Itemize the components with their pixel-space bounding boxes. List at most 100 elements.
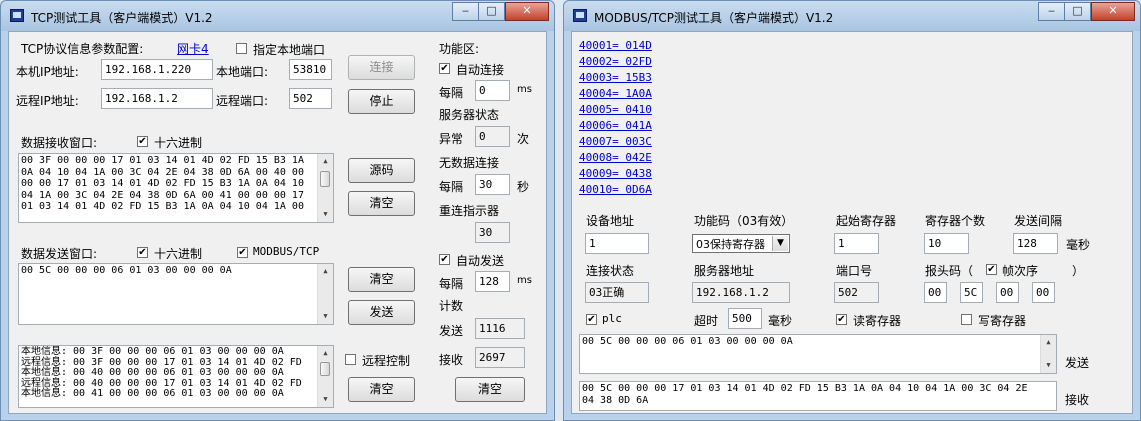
register-item[interactable]: 40001= 014D (579, 39, 652, 52)
header-code-label: 报头码（ (925, 264, 974, 278)
scroll-up-icon[interactable]: ▲ (318, 264, 333, 279)
modbus-tcp-window: MODBUS/TCP测试工具（客户端模式）V1.2 ‒ □ ✕ 40001= 0… (563, 0, 1141, 421)
scroll-up-icon[interactable]: ▲ (318, 154, 333, 169)
sec-unit: 秒 (517, 180, 530, 194)
send-hex-checkbox[interactable]: ✔ (137, 247, 148, 258)
log-textarea[interactable]: 本地信息: 00 3F 00 00 00 06 01 03 00 00 00 0… (18, 345, 334, 408)
auto-send-checkbox[interactable]: ✔ (439, 254, 450, 265)
dev-addr-field[interactable]: 1 (585, 233, 649, 254)
reg-count-field[interactable]: 10 (924, 233, 969, 254)
dropdown-arrow-icon[interactable]: ▼ (772, 236, 788, 251)
recv-count-label: 接收 (439, 353, 464, 367)
send-window-label: 数据发送窗口: (21, 247, 98, 261)
maximize-button[interactable]: □ (478, 2, 505, 21)
minimize-button[interactable]: ‒ (1038, 2, 1065, 21)
write-reg-label: 写寄存器 (978, 314, 1027, 328)
title-bar[interactable]: MODBUS/TCP测试工具（客户端模式）V1.2 ‒ □ ✕ (564, 1, 1140, 31)
maximize-button[interactable]: □ (1064, 2, 1091, 21)
scroll-down-icon[interactable]: ▼ (318, 207, 333, 222)
scroll-up-icon[interactable]: ▲ (318, 346, 333, 361)
specify-local-port-label: 指定本地端口 (253, 43, 326, 57)
remote-control-checkbox[interactable] (345, 354, 356, 365)
timeout-ms-unit: 毫秒 (768, 314, 793, 328)
window-title: TCP测试工具（客户端模式）V1.2 (31, 11, 213, 25)
every-field-2[interactable]: 30 (475, 174, 510, 195)
register-item[interactable]: 40002= 02FD (579, 55, 652, 68)
header-field-4[interactable]: 00 (1032, 282, 1055, 303)
log-scrollbar[interactable]: ▲ ▼ (317, 346, 333, 407)
stop-button[interactable]: 停止 (348, 89, 415, 114)
start-reg-field[interactable]: 1 (834, 233, 879, 254)
register-item[interactable]: 40005= 0410 (579, 103, 652, 116)
timeout-label: 超时 (694, 314, 719, 328)
local-ip-field[interactable]: 192.168.1.220 (101, 59, 213, 80)
modbus-send-textarea[interactable]: 00 5C 00 00 00 06 01 03 00 00 00 0A ▲ ▼ (579, 334, 1057, 374)
scroll-up-icon[interactable]: ▲ (1041, 335, 1056, 350)
remote-port-label: 远程端口: (216, 94, 269, 108)
register-item[interactable]: 40009= 0438 (579, 167, 652, 180)
header-field-3[interactable]: 00 (996, 282, 1019, 303)
scroll-down-icon[interactable]: ▼ (318, 392, 333, 407)
every-label-2: 每隔 (439, 180, 464, 194)
read-reg-label: 读寄存器 (853, 314, 902, 328)
plc-checkbox[interactable]: ✔ (586, 314, 597, 325)
register-item[interactable]: 40008= 042E (579, 151, 652, 164)
recv-textarea[interactable]: 00 3F 00 00 00 17 01 03 14 01 4D 02 FD 1… (18, 153, 334, 223)
every-field-1[interactable]: 0 (475, 80, 510, 101)
auto-connect-checkbox[interactable]: ✔ (439, 63, 450, 74)
send-interval-field[interactable]: 128 (1013, 233, 1058, 254)
nic-link[interactable]: 网卡4 (177, 40, 209, 57)
modbus-tcp-checkbox[interactable]: ✔ (237, 247, 248, 258)
register-item[interactable]: 40006= 041A (579, 119, 652, 132)
scroll-thumb[interactable] (320, 362, 330, 376)
tcp-client-window: TCP测试工具（客户端模式）V1.2 ‒ □ ✕ TCP协议信息参数配置: 网卡… (0, 0, 555, 421)
modbus-tcp-label: MODBUS/TCP (253, 245, 320, 258)
connect-button[interactable]: 连接 (348, 55, 415, 80)
local-port-field[interactable]: 53810 (289, 59, 332, 80)
title-bar[interactable]: TCP测试工具（客户端模式）V1.2 ‒ □ ✕ (1, 1, 554, 31)
send-button[interactable]: 发送 (348, 300, 415, 325)
send-textarea[interactable]: 00 5C 00 00 00 06 01 03 00 00 00 0A ▲ ▼ (18, 263, 334, 325)
frame-seq-checkbox[interactable]: ✔ (986, 264, 997, 275)
send-scrollbar[interactable]: ▲ ▼ (1040, 335, 1056, 373)
func-area-label: 功能区: (439, 42, 480, 56)
reg-count-label: 寄存器个数 (925, 214, 986, 228)
client-area: TCP协议信息参数配置: 网卡4 指定本地端口 本机IP地址: 192.168.… (8, 31, 547, 414)
every-field-3[interactable]: 128 (475, 271, 510, 292)
recv-hex-checkbox[interactable]: ✔ (137, 136, 148, 147)
specify-local-port-checkbox[interactable] (236, 43, 247, 54)
register-item[interactable]: 40004= 1A0A (579, 87, 652, 100)
read-reg-checkbox[interactable]: ✔ (836, 314, 847, 325)
modbus-recv-textarea[interactable]: 00 5C 00 00 00 17 01 03 14 01 4D 02 FD 1… (579, 381, 1057, 411)
scroll-down-icon[interactable]: ▼ (1041, 358, 1056, 373)
params-label: TCP协议信息参数配置: (21, 42, 144, 56)
send-scrollbar[interactable]: ▲ ▼ (317, 264, 333, 324)
timeout-field[interactable]: 500 (728, 308, 762, 329)
close-button[interactable]: ✕ (505, 2, 549, 21)
header-field-2[interactable]: 5C (960, 282, 983, 303)
log-clear-button[interactable]: 清空 (348, 377, 415, 402)
count-clear-button[interactable]: 清空 (455, 377, 525, 402)
header-field-1[interactable]: 00 (924, 282, 947, 303)
register-item[interactable]: 40010= 0D6A (579, 183, 652, 196)
recv-scrollbar[interactable]: ▲ ▼ (317, 154, 333, 222)
write-reg-checkbox[interactable] (961, 314, 972, 325)
func-code-select[interactable]: 03保持寄存器 ▼ (692, 234, 790, 253)
register-item[interactable]: 40007= 003C (579, 135, 652, 148)
source-button[interactable]: 源码 (348, 158, 415, 183)
recv-text: 00 3F 00 00 00 17 01 03 14 01 4D 02 FD 1… (21, 155, 304, 212)
remote-ip-label: 远程IP地址: (16, 94, 79, 108)
send-clear-button[interactable]: 清空 (348, 267, 415, 292)
auto-connect-label: 自动连接 (456, 63, 505, 77)
recv-count-field: 2697 (475, 347, 525, 368)
scroll-down-icon[interactable]: ▼ (318, 309, 333, 324)
remote-port-field[interactable]: 502 (289, 88, 332, 109)
minimize-button[interactable]: ‒ (452, 2, 479, 21)
conn-status-label: 连接状态 (586, 264, 635, 278)
header-close: ） (1072, 264, 1085, 278)
remote-ip-field[interactable]: 192.168.1.2 (101, 88, 213, 109)
close-button[interactable]: ✕ (1091, 2, 1135, 21)
recv-clear-button[interactable]: 清空 (348, 191, 415, 216)
scroll-thumb[interactable] (320, 171, 330, 187)
register-item[interactable]: 40003= 15B3 (579, 71, 652, 84)
